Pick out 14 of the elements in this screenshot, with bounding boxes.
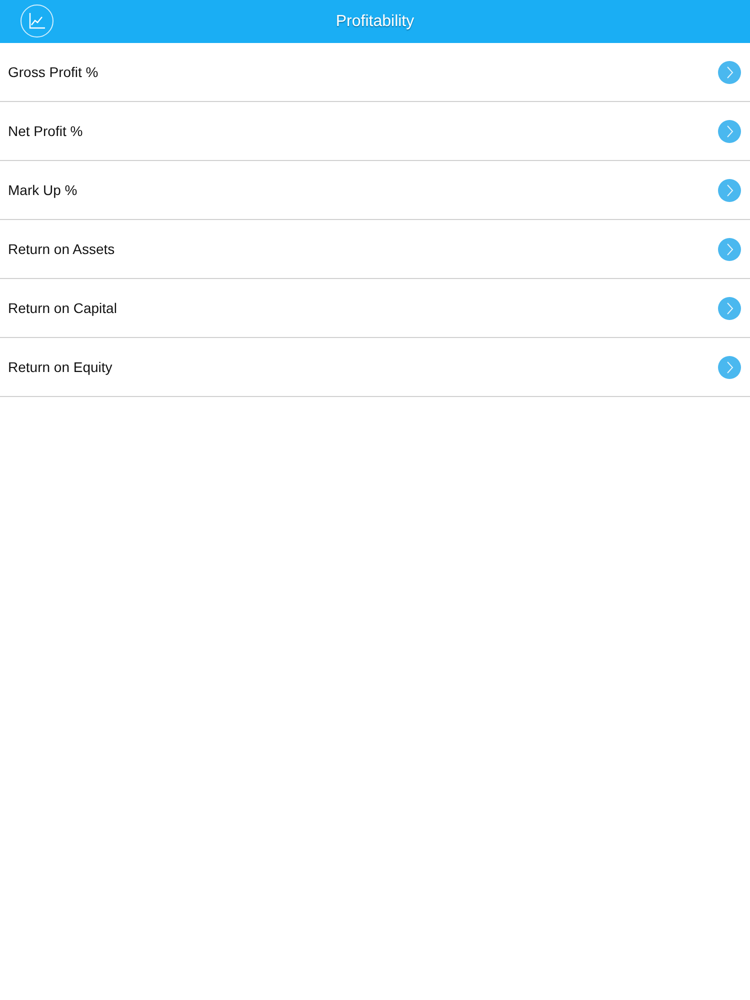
header-title: Profitability — [336, 12, 414, 30]
list-item[interactable]: Return on Assets — [0, 220, 750, 279]
chevron-right-icon[interactable] — [718, 120, 741, 142]
list-item[interactable]: Return on Capital — [0, 279, 750, 338]
line-chart-icon[interactable] — [20, 4, 54, 38]
list-item[interactable]: Net Profit % — [0, 102, 750, 161]
list-item[interactable]: Return on Equity — [0, 338, 750, 397]
chevron-right-icon[interactable] — [718, 238, 741, 260]
chevron-right-icon[interactable] — [718, 60, 741, 84]
chevron-right-icon[interactable] — [718, 356, 741, 378]
list-item[interactable]: Mark Up % — [0, 161, 750, 220]
list-item[interactable]: Gross Profit % — [0, 43, 750, 102]
chevron-right-icon[interactable] — [718, 178, 741, 202]
chevron-right-icon[interactable] — [718, 296, 741, 320]
